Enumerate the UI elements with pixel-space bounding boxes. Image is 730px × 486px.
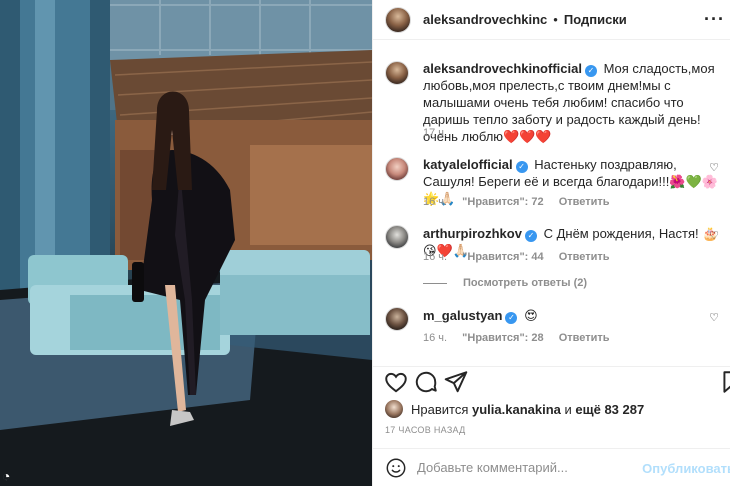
verified-badge-icon: ✓	[524, 230, 537, 242]
post-timestamp[interactable]: 17 ЧАСОВ НАЗАД	[385, 425, 466, 435]
publish-button[interactable]: Опубликовать	[642, 461, 730, 476]
comment-icon[interactable]	[413, 369, 439, 395]
caption-body: aleksandrovechkinofficial ✓ Моя сладость,…	[423, 60, 728, 145]
comment-like-heart-icon[interactable]: ♡	[709, 229, 719, 242]
comment-time[interactable]: 16 ч.	[423, 251, 447, 263]
post-detail-pane: aleksandrovechkinc • Подписки ··· aleksa…	[372, 0, 730, 486]
likes-middle: и	[564, 401, 572, 417]
smiley-icon[interactable]	[385, 457, 407, 479]
reply-button[interactable]: Ответить	[559, 251, 610, 263]
comment-username[interactable]: katyalelofficial	[423, 157, 513, 172]
comment-likes[interactable]: "Нравится": 72	[462, 196, 543, 208]
following-button[interactable]: Подписки	[564, 12, 627, 27]
comment-likes[interactable]: "Нравится": 28	[462, 332, 543, 344]
likes-summary: Нравится yulia.kanakina и ещё 83 287	[385, 400, 644, 418]
commenter-avatar[interactable]	[385, 225, 409, 249]
view-replies-label: Посмотреть ответы (2)	[463, 277, 588, 289]
comment-likes[interactable]: "Нравится": 44	[462, 251, 543, 263]
reply-button[interactable]: Ответить	[559, 332, 610, 344]
send-icon[interactable]	[443, 369, 469, 395]
caption-username[interactable]: aleksandrovechkinofficial	[423, 61, 582, 76]
post-header: aleksandrovechkinc • Подписки ···	[373, 0, 730, 40]
caption-author-avatar[interactable]	[385, 61, 409, 85]
comment-body: m_galustyan ✓ 😍	[423, 307, 728, 324]
verified-badge-icon: ✓	[515, 161, 528, 173]
likes-prefix: Нравится	[411, 401, 469, 417]
comment-username[interactable]: m_galustyan	[423, 308, 502, 323]
verified-badge-icon: ✓	[505, 312, 518, 324]
comment-meta: 16 ч. "Нравится": 72 Ответить	[423, 196, 622, 208]
comment-like-heart-icon[interactable]: ♡	[709, 311, 719, 324]
post-photo[interactable]: ◔	[0, 0, 372, 486]
replies-divider	[423, 282, 447, 284]
reply-button[interactable]: Ответить	[559, 196, 610, 208]
action-bar	[373, 366, 730, 396]
comment-input[interactable]	[417, 460, 657, 475]
header-separator: •	[553, 12, 558, 27]
commenter-avatar[interactable]	[385, 157, 409, 181]
caption-meta: 17 ч.	[423, 127, 459, 139]
comment-text: 😍	[524, 308, 538, 323]
comment-time[interactable]: 16 ч.	[423, 332, 447, 344]
heart-icon[interactable]	[383, 369, 409, 395]
comment-time[interactable]: 16 ч.	[423, 196, 447, 208]
liker-avatar[interactable]	[385, 400, 403, 418]
comment-username[interactable]: arthurpirozhkov	[423, 226, 522, 241]
commenter-avatar[interactable]	[385, 307, 409, 331]
view-replies-button[interactable]: Посмотреть ответы (2)	[423, 277, 587, 289]
bookmark-icon[interactable]	[719, 369, 730, 395]
likes-count-link[interactable]: ещё 83 287	[575, 402, 644, 417]
caption-time[interactable]: 17 ч.	[423, 127, 447, 139]
comment-like-heart-icon[interactable]: ♡	[709, 161, 719, 174]
more-horizontal-icon[interactable]: ···	[704, 10, 725, 28]
add-comment-bar: Опубликовать	[373, 448, 730, 486]
author-avatar[interactable]	[385, 6, 411, 33]
photo-illustration	[0, 0, 372, 486]
comment-meta: 16 ч. "Нравится": 28 Ответить	[423, 332, 622, 344]
comments-list[interactable]: aleksandrovechkinofficial ✓ Моя сладость,…	[373, 41, 730, 366]
comment-meta: 16 ч. "Нравится": 44 Ответить	[423, 251, 622, 263]
photo-corner-icon: ◔	[2, 468, 11, 484]
liker-username[interactable]: yulia.kanakina	[472, 402, 561, 417]
verified-badge-icon: ✓	[584, 65, 597, 77]
author-username[interactable]: aleksandrovechkinc	[423, 12, 547, 27]
